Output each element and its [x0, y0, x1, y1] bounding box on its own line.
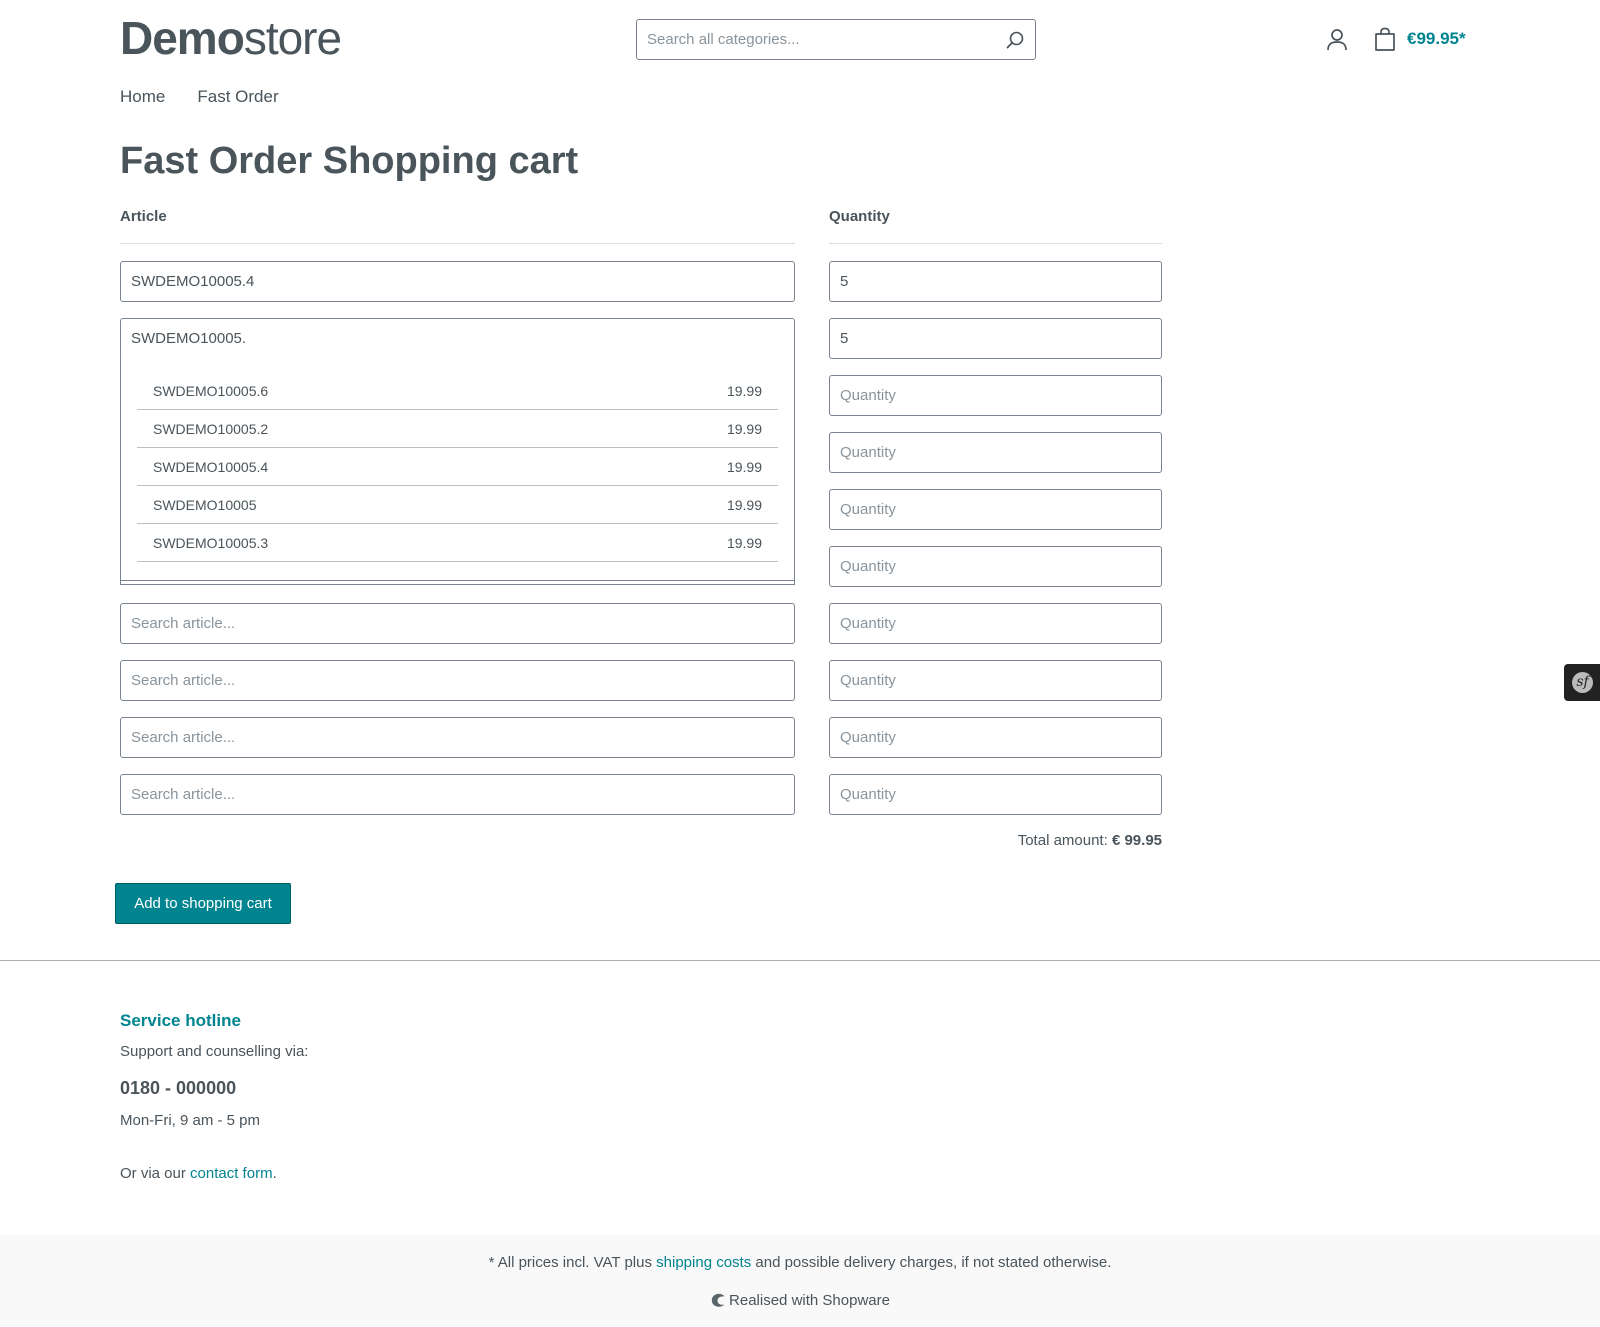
cart-icon[interactable]: [1373, 27, 1397, 52]
suggestion-sku: SWDEMO10005: [153, 497, 257, 513]
search-input[interactable]: Search all categories...: [636, 19, 1036, 60]
suggestion-item[interactable]: SWDEMO10005.4 19.99: [137, 448, 778, 486]
vat-suffix: and possible delivery charges, if not st…: [751, 1254, 1112, 1271]
total-amount: Total amount: € 99.95: [1018, 832, 1162, 849]
shopware-icon: [711, 1293, 725, 1307]
vat-prefix: * All prices incl. VAT plus: [488, 1254, 657, 1271]
quantity-input[interactable]: Quantity: [829, 774, 1162, 815]
symfony-debug-toolbar[interactable]: sf: [1564, 664, 1600, 701]
logo-bold: Demo: [120, 12, 245, 64]
suggestion-price: 19.99: [726, 383, 762, 399]
quantity-input[interactable]: Quantity: [829, 375, 1162, 416]
suggestion-sku: SWDEMO10005.3: [153, 535, 269, 551]
quantity-header-divider: [829, 243, 1162, 244]
quantity-input[interactable]: Quantity: [829, 717, 1162, 758]
contact-line: Or via our contact form.: [120, 1165, 277, 1182]
article-input[interactable]: Search article...: [120, 774, 795, 815]
cart-total[interactable]: €99.95*: [1407, 29, 1466, 49]
service-hotline-hours: Mon-Fri, 9 am - 5 pm: [120, 1112, 261, 1129]
article-input[interactable]: Search article...: [120, 660, 795, 701]
suggestion-price: 19.99: [726, 497, 762, 513]
search-placeholder: Search all categories...: [647, 31, 800, 48]
article-column-header: Article: [120, 208, 167, 225]
footer-divider: [0, 960, 1600, 961]
quantity-column-header: Quantity: [829, 208, 890, 225]
contact-prefix: Or via our: [120, 1165, 191, 1182]
nav-item-home[interactable]: Home: [120, 87, 165, 107]
article-suggestion-dropdown: SWDEMO10005.6 19.99 SWDEMO10005.2 19.99 SWDE…: [120, 357, 795, 585]
article-input[interactable]: Search article...: [120, 717, 795, 758]
suggestion-price: 19.99: [726, 459, 762, 475]
suggestion-price: 19.99: [726, 535, 762, 551]
suggestion-item[interactable]: SWDEMO10005.2 19.99: [137, 410, 778, 448]
logo-light: store: [243, 12, 342, 64]
service-hotline-title: Service hotline: [120, 1011, 241, 1030]
search-icon[interactable]: [1005, 30, 1025, 50]
quantity-input[interactable]: 5: [829, 318, 1162, 359]
article-header-divider: [120, 243, 795, 244]
suggestion-item[interactable]: SWDEMO10005 19.99: [137, 486, 778, 524]
suggestion-sku: SWDEMO10005.2: [153, 421, 269, 437]
dropdown-bottom-border: [121, 580, 794, 581]
store-logo[interactable]: Demostore: [120, 12, 342, 64]
realised-text: Realised with Shopware: [729, 1292, 890, 1309]
suggestion-price: 19.99: [726, 421, 762, 437]
suggestion-item[interactable]: SWDEMO10005.6 19.99: [137, 372, 778, 410]
quantity-input[interactable]: Quantity: [829, 546, 1162, 587]
quantity-input[interactable]: Quantity: [829, 660, 1162, 701]
add-to-cart-button[interactable]: Add to shopping cart: [115, 883, 291, 924]
suggestion-sku: SWDEMO10005.4: [153, 459, 269, 475]
quantity-input[interactable]: Quantity: [829, 603, 1162, 644]
service-hotline-phone[interactable]: 0180 - 000000: [120, 1078, 236, 1099]
article-input[interactable]: Search article...: [120, 603, 795, 644]
article-input[interactable]: SWDEMO10005.4: [120, 261, 795, 302]
main-navigation: Home Fast Order: [120, 87, 279, 107]
total-amount-value: € 99.95: [1111, 832, 1162, 849]
shipping-costs-link[interactable]: shipping costs: [656, 1254, 751, 1271]
footer-bottom-bar: [0, 1235, 1600, 1327]
symfony-icon: sf: [1572, 672, 1593, 693]
quantity-input[interactable]: 5: [829, 261, 1162, 302]
page-title: Fast Order Shopping cart: [120, 140, 579, 182]
nav-item-fast-order[interactable]: Fast Order: [197, 87, 278, 107]
article-input[interactable]: SWDEMO10005.: [120, 318, 795, 359]
contact-form-link[interactable]: contact form: [190, 1165, 273, 1182]
quantity-input[interactable]: Quantity: [829, 489, 1162, 530]
vat-notice: * All prices incl. VAT plus shipping cos…: [0, 1254, 1600, 1271]
suggestion-sku: SWDEMO10005.6: [153, 383, 269, 399]
suggestion-item[interactable]: SWDEMO10005.3 19.99: [137, 524, 778, 562]
account-icon[interactable]: [1326, 28, 1348, 52]
contact-suffix: .: [272, 1165, 277, 1182]
realised-with-shopware[interactable]: Realised with Shopware: [0, 1292, 1600, 1309]
quantity-input[interactable]: Quantity: [829, 432, 1162, 473]
service-hotline-subtitle: Support and counselling via:: [120, 1043, 309, 1060]
total-amount-label: Total amount:: [1017, 832, 1108, 849]
